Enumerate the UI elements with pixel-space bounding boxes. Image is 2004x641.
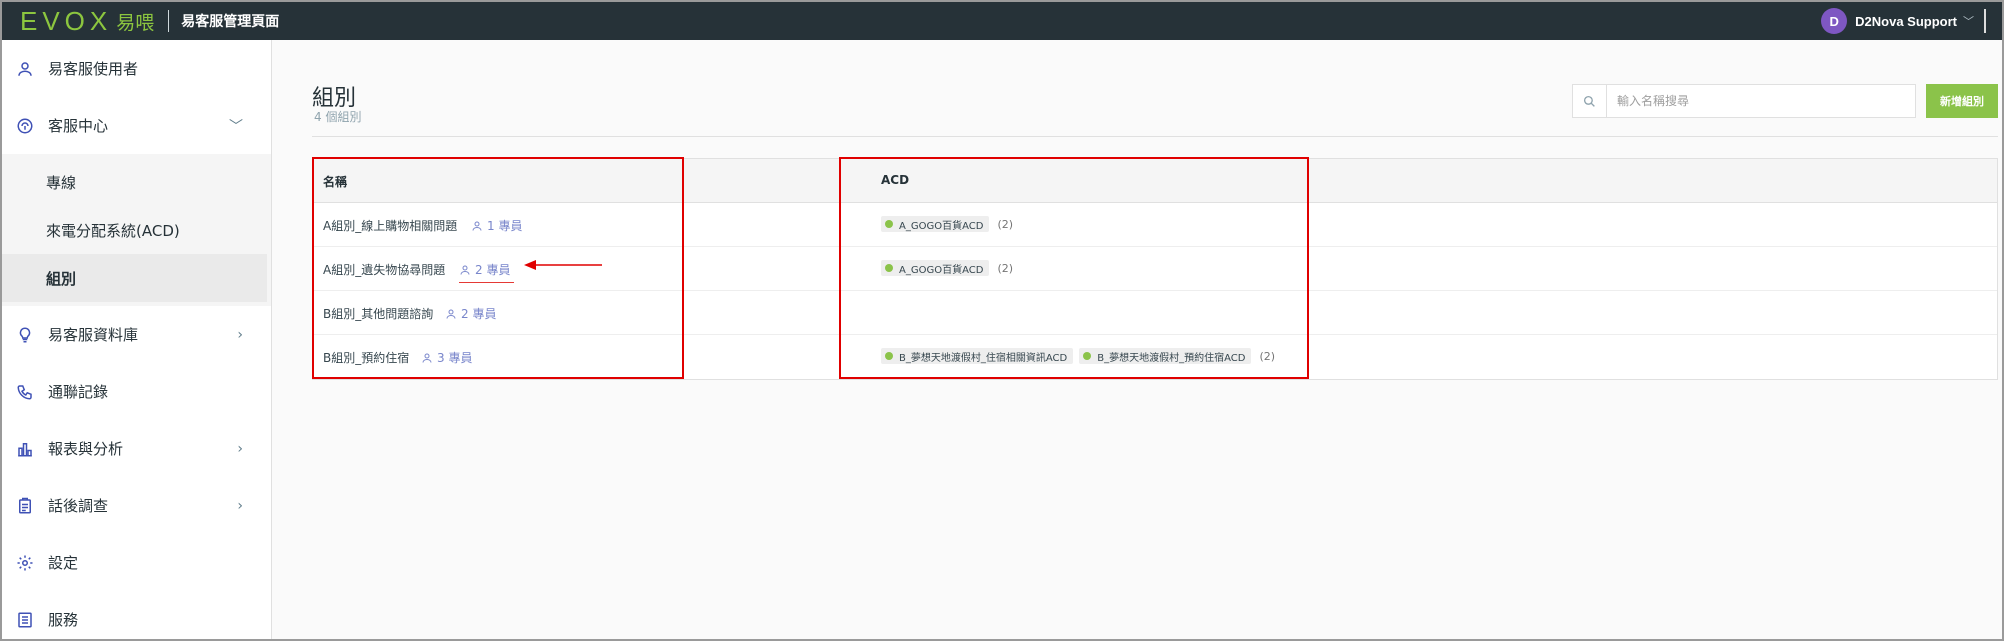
- table-row[interactable]: A組別_遺失物協尋問題 2 專員 A_GOGO百貨ACD (2): [313, 247, 1997, 291]
- user-divider: [1984, 9, 1986, 33]
- user-icon: [16, 60, 34, 78]
- column-header-acd: ACD: [881, 173, 910, 187]
- member-count[interactable]: 1 專員: [471, 217, 522, 234]
- avatar: D: [1821, 8, 1848, 34]
- acd-count: (2): [997, 261, 1014, 275]
- sidebar-item-label: 易客服使用者: [48, 60, 139, 78]
- group-name[interactable]: A組別_線上購物相關問題: [323, 217, 457, 234]
- sidebar-item-label: 報表與分析: [48, 440, 124, 458]
- chevron-right-icon: ›: [237, 326, 243, 343]
- top-bar: EVOX 易喂 易客服管理頁面 D D2Nova Support ﹀: [2, 2, 2002, 40]
- app-window: EVOX 易喂 易客服管理頁面 D D2Nova Support ﹀ 易客服使用…: [0, 0, 2004, 641]
- sidebar-item-survey[interactable]: 話後調查 ›: [2, 477, 271, 534]
- acd-tag-label: B_夢想天地渡假村_住宿相關資訊ACD: [899, 352, 1068, 364]
- app-title: 易客服管理頁面: [181, 14, 280, 30]
- sidebar-item-label: 客服中心: [48, 117, 109, 135]
- member-count-label: 2 專員: [461, 307, 497, 321]
- user-icon: [422, 353, 432, 363]
- service-center-submenu: 專線 來電分配系統(ACD) 組別: [2, 154, 271, 306]
- status-dot-icon: [885, 352, 893, 360]
- logo-text: EVOX: [20, 5, 113, 36]
- gear-icon: [16, 554, 34, 572]
- header-divider: [312, 136, 1998, 137]
- acd-cell: B_夢想天地渡假村_住宿相關資訊ACD B_夢想天地渡假村_預約住宿ACD (2…: [881, 348, 1275, 364]
- acd-tag[interactable]: B_夢想天地渡假村_住宿相關資訊ACD: [881, 348, 1074, 364]
- clipboard-icon: [16, 497, 34, 515]
- group-name[interactable]: B組別_其他問題諮詢: [323, 305, 433, 322]
- sidebar-subitem-groups[interactable]: 組別: [2, 254, 267, 302]
- logo-separator: [168, 10, 170, 32]
- sidebar-item-settings[interactable]: 設定: [2, 534, 271, 591]
- phone-icon: [16, 383, 34, 401]
- user-icon: [460, 265, 470, 275]
- member-count-label: 2 專員: [475, 263, 511, 277]
- sidebar-item-call-logs[interactable]: 通聯記錄: [2, 363, 271, 420]
- sidebar-item-users[interactable]: 易客服使用者: [2, 40, 271, 97]
- member-count[interactable]: 2 專員: [445, 305, 496, 322]
- sidebar-item-reports[interactable]: 報表與分析 ›: [2, 420, 271, 477]
- table-row[interactable]: B組別_其他問題諮詢 2 專員: [313, 291, 1997, 335]
- member-count-label: 3 專員: [437, 351, 473, 365]
- logo-cn-text: 易喂: [116, 11, 155, 34]
- acd-tag-label: A_GOGO百貨ACD: [899, 220, 984, 232]
- sidebar-subitem-acd[interactable]: 來電分配系統(ACD): [2, 206, 267, 254]
- headset-icon: [16, 117, 34, 135]
- table-row[interactable]: A組別_線上購物相關問題 1 專員 A_GOGO百貨ACD (2): [313, 203, 1997, 247]
- user-icon: [446, 309, 456, 319]
- groups-table: 名稱 ACD A組別_線上購物相關問題 1 專員 A_GOGO百貨ACD (2)…: [312, 158, 1998, 380]
- sidebar-subitem-lines[interactable]: 專線: [2, 158, 267, 206]
- acd-count: (2): [997, 217, 1014, 231]
- chart-icon: [16, 440, 34, 458]
- sidebar-item-label: 通聯記錄: [48, 383, 109, 401]
- status-dot-icon: [885, 220, 893, 228]
- logo[interactable]: EVOX 易喂: [20, 2, 154, 40]
- member-count[interactable]: 3 專員: [421, 349, 472, 366]
- sidebar-item-service-center[interactable]: 客服中心 ﹀: [2, 97, 271, 154]
- acd-tag-label: A_GOGO百貨ACD: [899, 264, 984, 276]
- acd-cell: A_GOGO百貨ACD (2): [881, 216, 1013, 232]
- user-menu[interactable]: D D2Nova Support ﹀: [1821, 2, 1986, 40]
- status-dot-icon: [1083, 352, 1092, 360]
- acd-tag-label: B_夢想天地渡假村_預約住宿ACD: [1097, 352, 1246, 364]
- user-name: D2Nova Support: [1855, 13, 1957, 29]
- group-count: 4 個組別: [314, 110, 362, 124]
- column-header-name[interactable]: 名稱: [323, 173, 347, 190]
- chevron-down-icon: ﹀: [1963, 16, 1974, 28]
- bulb-icon: [16, 326, 34, 344]
- acd-cell: A_GOGO百貨ACD (2): [881, 260, 1013, 276]
- sidebar: 易客服使用者 客服中心 ﹀ 專線 來電分配系統(ACD) 組別 易客服資料庫 ›: [2, 40, 272, 639]
- table-row[interactable]: B組別_預約住宿 3 專員 B_夢想天地渡假村_住宿相關資訊ACD B_夢想天地…: [313, 335, 1997, 379]
- sidebar-item-label: 服務: [48, 611, 79, 629]
- table-header: 名稱 ACD: [313, 159, 1997, 203]
- search-input[interactable]: [1607, 86, 1907, 116]
- member-count-label: 1 專員: [487, 219, 523, 233]
- group-name[interactable]: A組別_遺失物協尋問題: [323, 261, 445, 278]
- chevron-down-icon: ﹀: [229, 118, 243, 135]
- sidebar-item-label: 話後調查: [48, 497, 109, 515]
- chevron-right-icon: ›: [237, 440, 243, 457]
- acd-tag[interactable]: A_GOGO百貨ACD: [881, 260, 990, 276]
- sidebar-item-label: 易客服資料庫: [48, 326, 139, 344]
- acd-tag[interactable]: B_夢想天地渡假村_預約住宿ACD: [1079, 348, 1252, 364]
- chevron-right-icon: ›: [237, 497, 243, 514]
- status-dot-icon: [885, 264, 893, 272]
- acd-tag[interactable]: A_GOGO百貨ACD: [881, 216, 990, 232]
- member-count[interactable]: 2 專員: [459, 261, 515, 283]
- search-box: [1572, 84, 1916, 118]
- sidebar-item-knowledge-base[interactable]: 易客服資料庫 ›: [2, 306, 271, 363]
- search-icon: [1573, 85, 1607, 117]
- user-icon: [472, 221, 482, 231]
- main-content: 組別 4 個組別 新增組別 名稱 ACD A組別_線上購物相關問題 1 專員: [272, 40, 2002, 639]
- sidebar-item-services[interactable]: 服務: [2, 591, 271, 639]
- group-name[interactable]: B組別_預約住宿: [323, 349, 409, 366]
- acd-count: (2): [1259, 349, 1276, 363]
- add-group-button[interactable]: 新增組別: [1926, 84, 1998, 118]
- list-icon: [16, 611, 34, 629]
- sidebar-item-label: 設定: [48, 554, 79, 572]
